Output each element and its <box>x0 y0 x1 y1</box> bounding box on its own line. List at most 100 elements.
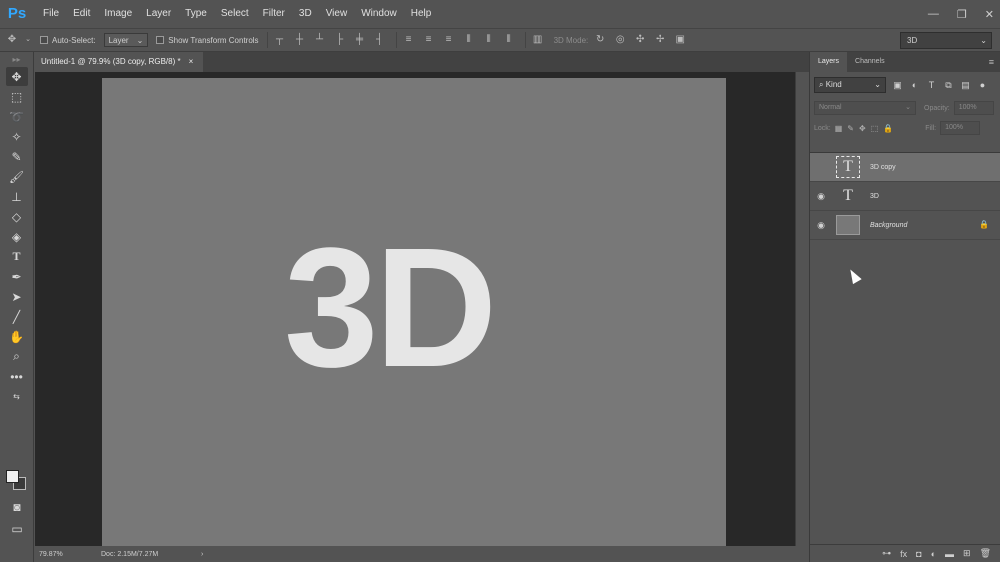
lasso-tool-icon[interactable]: ➰ <box>6 107 28 126</box>
opacity-field[interactable]: 100% <box>953 101 994 115</box>
filter-shape-icon[interactable]: ⧉ <box>943 80 954 91</box>
filter-kind-select[interactable]: ⌕ Kind ⌄ <box>814 77 886 93</box>
auto-select-checkbox[interactable] <box>40 36 48 44</box>
show-transform-checkbox[interactable] <box>156 36 165 44</box>
paint-bucket-tool-icon[interactable]: ◈ <box>6 227 28 246</box>
distribute-hcenter-icon[interactable]: ⦀ <box>481 32 497 48</box>
swap-colors-icon[interactable]: ⇆ <box>6 387 28 406</box>
canvas-text-layer[interactable]: 3D <box>284 223 554 393</box>
layer-name[interactable]: 3D copy <box>870 164 896 171</box>
screen-mode-icon[interactable]: ▭ <box>6 519 28 538</box>
workspace-select[interactable]: 3D ⌄ <box>900 32 992 49</box>
filter-toggle-icon[interactable]: ● <box>977 80 988 90</box>
menu-view[interactable]: View <box>319 0 355 28</box>
lock-all-icon[interactable]: 🔒 <box>883 124 893 133</box>
panel-grip-icon[interactable]: ▸▸ <box>0 52 33 66</box>
panel-menu-icon[interactable]: ≡ <box>989 57 994 67</box>
close-tab-icon[interactable]: × <box>189 52 194 72</box>
layer-row[interactable]: ◉ T 3D <box>810 182 1000 211</box>
align-horizontal-center-icon[interactable]: ╪ <box>352 32 368 48</box>
slide-3d-icon[interactable]: ✢ <box>652 32 668 48</box>
marquee-tool-icon[interactable]: ⬚ <box>6 87 28 106</box>
close-button[interactable]: ✕ <box>985 8 994 21</box>
new-adjustment-icon[interactable]: ◐ <box>931 549 936 559</box>
minimize-button[interactable]: — <box>928 8 939 20</box>
menu-file[interactable]: File <box>36 0 66 28</box>
menu-image[interactable]: Image <box>97 0 139 28</box>
foreground-color-swatch[interactable] <box>6 470 19 483</box>
auto-align-icon[interactable]: ▥ <box>530 32 546 48</box>
visibility-eye-icon[interactable]: ◉ <box>810 220 832 231</box>
scale-3d-icon[interactable]: ▣ <box>672 32 688 48</box>
roll-3d-icon[interactable]: ◎ <box>612 32 628 48</box>
align-right-icon[interactable]: ┤ <box>372 32 388 48</box>
link-layers-icon[interactable]: ⊶ <box>882 548 891 559</box>
layer-row[interactable]: ◉ T 3D copy <box>810 153 1000 182</box>
move-tool-preset-icon[interactable]: ✥ <box>4 32 20 48</box>
menu-3d[interactable]: 3D <box>292 0 319 28</box>
chevron-down-icon[interactable]: ⌄ <box>24 32 32 48</box>
filter-pixel-icon[interactable]: ▣ <box>892 80 903 91</box>
orbit-3d-icon[interactable]: ↻ <box>592 32 608 48</box>
lock-pixels-icon[interactable]: ✎ <box>847 124 854 133</box>
blend-mode-select[interactable]: Normal ⌄ <box>814 101 916 115</box>
filter-type-icon[interactable]: T <box>926 80 937 90</box>
menu-layer[interactable]: Layer <box>139 0 178 28</box>
lock-position-icon[interactable]: ✥ <box>859 124 866 133</box>
brush-tool-icon[interactable]: 🖌 <box>6 167 28 186</box>
visibility-eye-icon[interactable]: ◉ <box>810 162 832 173</box>
quick-mask-icon[interactable]: ◙ <box>6 497 28 516</box>
eraser-tool-icon[interactable]: ◇ <box>6 207 28 226</box>
line-tool-icon[interactable]: ╱ <box>6 307 28 326</box>
menu-window[interactable]: Window <box>354 0 404 28</box>
path-selection-tool-icon[interactable]: ➤ <box>6 287 28 306</box>
drag-3d-icon[interactable]: ✣ <box>632 32 648 48</box>
show-transform-option[interactable]: Show Transform Controls <box>156 36 259 45</box>
status-menu-arrow-icon[interactable]: › <box>201 551 203 558</box>
add-mask-icon[interactable]: ◘ <box>916 549 921 559</box>
tab-channels[interactable]: Channels <box>847 52 893 72</box>
distribute-top-icon[interactable]: ≡ <box>401 32 417 48</box>
vertical-scrollbar[interactable] <box>795 72 809 546</box>
visibility-eye-icon[interactable]: ◉ <box>810 191 832 202</box>
layer-name[interactable]: 3D <box>870 193 879 200</box>
auto-select-target-select[interactable]: Layer ⌄ <box>103 33 149 47</box>
menu-type[interactable]: Type <box>178 0 214 28</box>
zoom-tool-icon[interactable]: ⌕ <box>6 347 28 366</box>
filter-smart-object-icon[interactable]: ▤ <box>960 80 971 91</box>
delete-layer-icon[interactable]: 🗑 <box>980 548 991 559</box>
fill-field[interactable]: 100% <box>940 121 981 135</box>
restore-button[interactable]: ❐ <box>957 8 967 21</box>
menu-filter[interactable]: Filter <box>256 0 292 28</box>
pen-tool-icon[interactable]: ✒ <box>6 267 28 286</box>
auto-select-option[interactable]: Auto-Select: <box>40 36 96 45</box>
layer-row[interactable]: ◉ Background 🔒 <box>810 211 1000 240</box>
eyedropper-tool-icon[interactable]: ✎ <box>6 147 28 166</box>
align-top-icon[interactable]: ┬ <box>272 32 288 48</box>
new-layer-icon[interactable]: ⊞ <box>963 548 971 559</box>
new-group-icon[interactable]: ▬ <box>945 549 954 559</box>
distribute-right-icon[interactable]: ⦀ <box>501 32 517 48</box>
zoom-level[interactable]: 79.87% <box>35 551 101 558</box>
lock-artboard-icon[interactable]: ⬚ <box>871 124 879 133</box>
menu-edit[interactable]: Edit <box>66 0 97 28</box>
distribute-left-icon[interactable]: ⦀ <box>461 32 477 48</box>
distribute-center-icon[interactable]: ≡ <box>421 32 437 48</box>
hand-tool-icon[interactable]: ✋ <box>6 327 28 346</box>
document-canvas[interactable]: 3D <box>102 78 726 546</box>
layer-name[interactable]: Background <box>870 222 907 229</box>
stamp-tool-icon[interactable]: ⊥ <box>6 187 28 206</box>
type-tool-icon[interactable]: T <box>6 247 28 266</box>
move-tool-icon[interactable]: ✥ <box>5 67 28 86</box>
document-tab[interactable]: Untitled-1 @ 79.9% (3D copy, RGB/8) * × <box>35 52 204 72</box>
align-bottom-icon[interactable]: ┴ <box>312 32 328 48</box>
filter-adjustment-icon[interactable]: ◐ <box>909 80 920 90</box>
layer-style-icon[interactable]: fx <box>900 549 907 559</box>
align-left-icon[interactable]: ├ <box>332 32 348 48</box>
menu-help[interactable]: Help <box>404 0 439 28</box>
menu-select[interactable]: Select <box>214 0 256 28</box>
lock-transparent-icon[interactable]: ▦ <box>835 124 843 133</box>
align-vertical-center-icon[interactable]: ┼ <box>292 32 308 48</box>
more-tools-icon[interactable]: ••• <box>6 367 28 386</box>
tab-layers[interactable]: Layers <box>810 52 848 72</box>
